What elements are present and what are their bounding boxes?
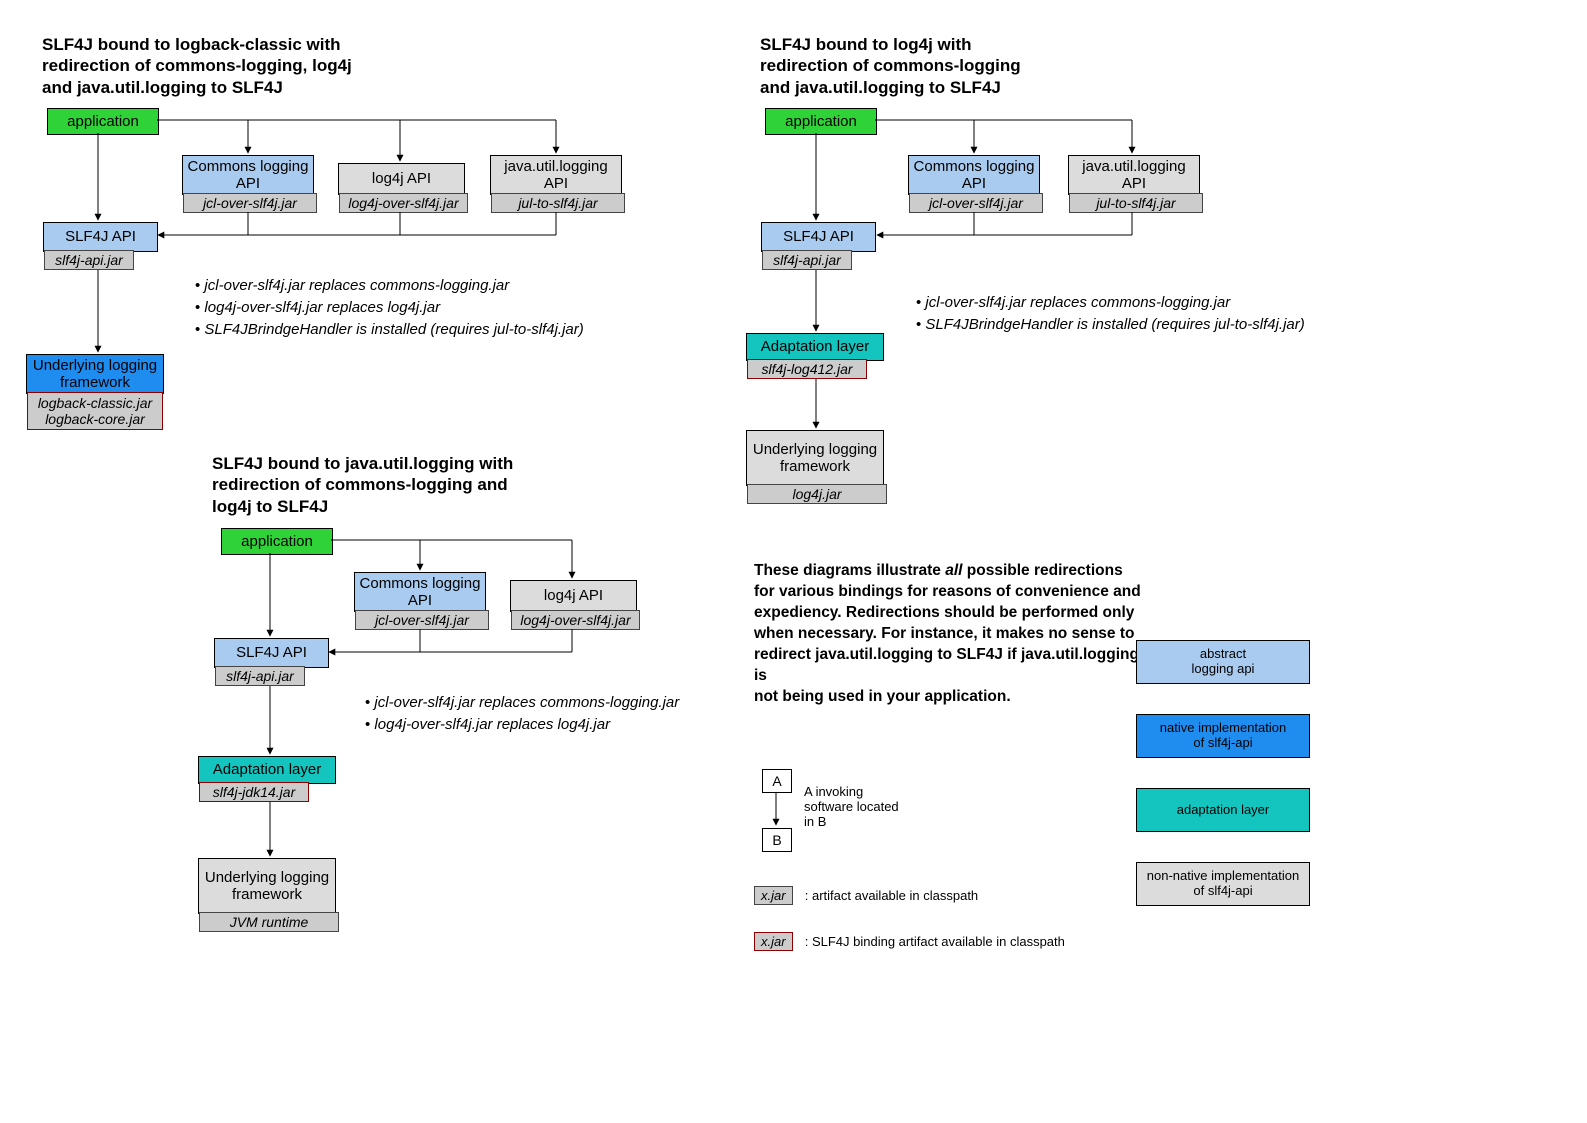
legend-xjar-row: x.jar : artifact available in classpath xyxy=(754,886,978,905)
legend-adaptation-box: adaptation layer xyxy=(1136,788,1310,832)
legend-abstract-box: abstract logging api xyxy=(1136,640,1310,684)
legend-xjar2-row: x.jar : SLF4J binding artifact available… xyxy=(754,932,1065,951)
legend-native-box: native implementation of slf4j-api xyxy=(1136,714,1310,758)
explanation-note: These diagrams illustrate all possible r… xyxy=(754,561,1144,707)
legend-nonnative-box: non-native implementation of slf4j-api xyxy=(1136,862,1310,906)
legend-ab-text: A invoking software located in B xyxy=(804,784,899,829)
